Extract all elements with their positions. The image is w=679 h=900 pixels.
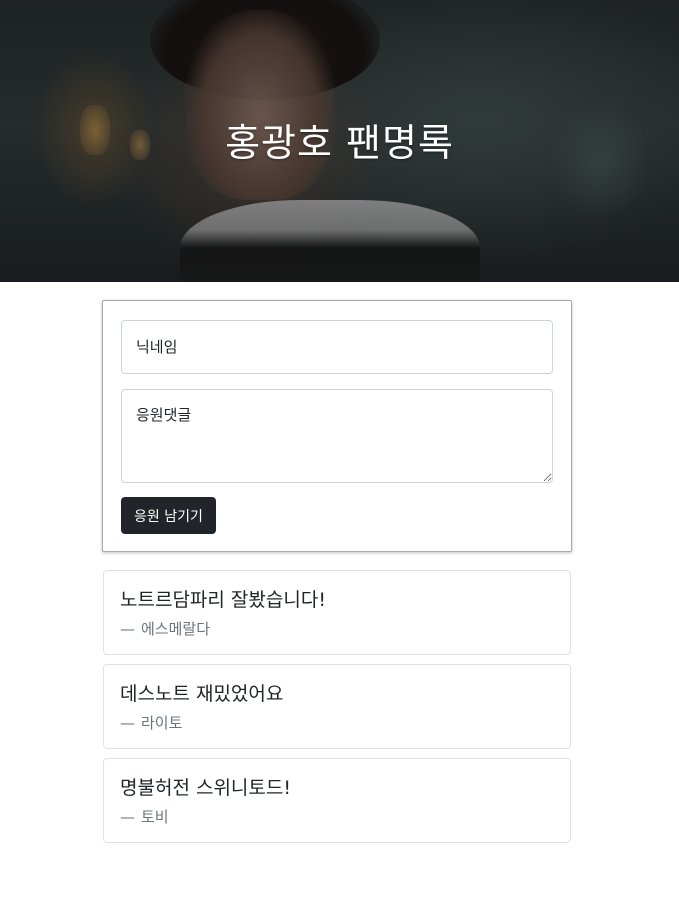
author-dash: —	[120, 620, 135, 638]
comment-card: 데스노트 재밌었어요 — 라이토	[103, 664, 571, 749]
author-dash: —	[120, 714, 135, 732]
submit-comment-button[interactable]: 응원 남기기	[121, 497, 216, 534]
comment-textarea[interactable]	[121, 389, 553, 483]
hero-banner: 홍광호 팬명록	[0, 0, 679, 282]
comment-card: 노트르담파리 잘봤습니다! — 에스메랄다	[103, 570, 571, 655]
author-dash: —	[120, 808, 135, 826]
page-title: 홍광호 팬명록	[225, 121, 454, 165]
nickname-input[interactable]	[121, 320, 553, 374]
comment-author: — 토비	[120, 806, 554, 827]
comment-text: 데스노트 재밌었어요	[120, 683, 284, 705]
comment-text: 노트르담파리 잘봤습니다!	[120, 589, 326, 611]
author-name: 에스메랄다	[141, 620, 211, 638]
author-name: 라이토	[141, 714, 183, 732]
comment-card: 명불허전 스위니토드! — 토비	[103, 758, 571, 843]
comment-text: 명불허전 스위니토드!	[120, 777, 291, 799]
comment-author: — 에스메랄다	[120, 618, 554, 639]
guestbook-form: 응원 남기기	[102, 300, 572, 552]
author-name: 토비	[141, 808, 169, 826]
comment-author: — 라이토	[120, 712, 554, 733]
comment-list: 노트르담파리 잘봤습니다! — 에스메랄다 데스노트 재밌었어요 — 라이토 명불허…	[103, 570, 571, 852]
